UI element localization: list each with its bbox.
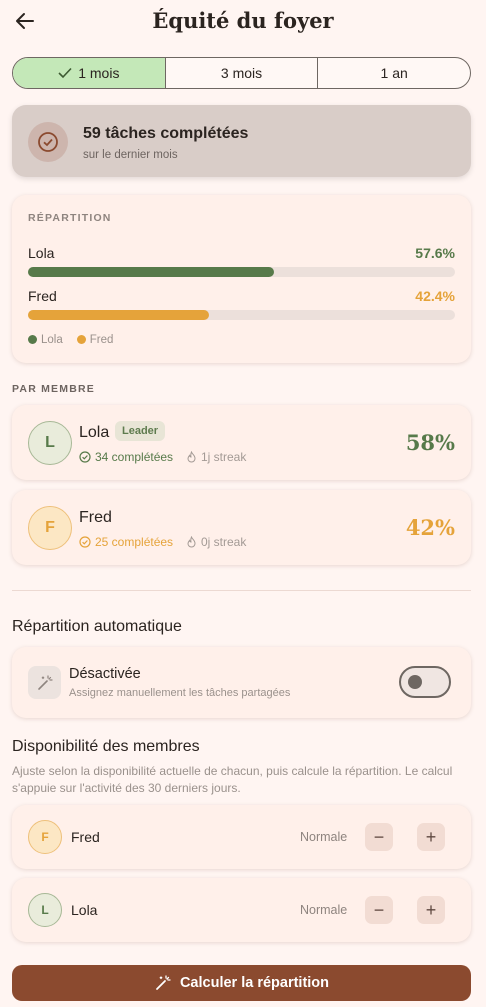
legend-dot — [76, 335, 86, 344]
toggle-knob — [408, 675, 422, 689]
tab-1-an[interactable]: 1 an — [317, 58, 470, 88]
decrease-button[interactable]: − — [365, 823, 393, 851]
legend-label: Lola — [41, 334, 63, 346]
completed-label: 25 complétées — [95, 535, 174, 549]
legend-label: Fred — [89, 334, 114, 346]
auto-subtitle: Assignez manuellement les tâches partagé… — [69, 687, 291, 699]
auto-heading: Répartition automatique — [12, 618, 182, 635]
availability-row-lola: L Lola Normale − + — [12, 878, 471, 942]
increase-button[interactable]: + — [417, 823, 445, 851]
tab-label: 1 mois — [78, 65, 120, 81]
member-percent: 42% — [405, 515, 455, 540]
avatar: F — [28, 506, 72, 550]
streak-stat: 1j streak — [186, 450, 246, 464]
progress-fill-lola — [28, 267, 274, 277]
availability-name: Lola — [71, 902, 98, 918]
availability-level: Normale — [300, 903, 348, 917]
member-card-lola[interactable]: L Lola Leader 34 complétées 1j streak 58… — [12, 405, 471, 480]
availability-description: Ajuste selon la disponibilité actuelle d… — [12, 764, 453, 795]
check-icon — [58, 67, 72, 79]
magic-wand-icon — [28, 666, 61, 699]
tab-label: 1 an — [380, 65, 408, 81]
legend: Lola Fred — [28, 334, 113, 346]
member-percent: 58% — [405, 430, 455, 455]
page-title: Équité du foyer — [152, 8, 334, 33]
avatar: L — [28, 421, 72, 465]
summary-card: 59 tâches complétées sur le dernier mois — [12, 105, 471, 177]
streak-stat: 0j streak — [186, 535, 246, 549]
period-selector: 1 mois 3 mois 1 an — [12, 57, 471, 89]
calculate-label: Calculer la répartition — [179, 975, 330, 991]
member-card-fred[interactable]: F Fred 25 complétées 0j streak 42% — [12, 490, 471, 565]
check-circle-icon — [79, 451, 91, 463]
repartition-heading: RÉPARTITION — [28, 212, 112, 224]
progress-track-fred — [28, 310, 455, 320]
divider — [12, 590, 471, 591]
tab-label: 3 mois — [220, 65, 263, 81]
flame-icon — [187, 536, 196, 548]
summary-title: 59 tâches complétées — [83, 125, 249, 142]
availability-name: Fred — [71, 829, 100, 845]
streak-label: 0j streak — [201, 535, 247, 549]
legend-item-lola: Lola — [28, 334, 63, 346]
availability-level: Normale — [300, 830, 348, 844]
calculate-button[interactable]: Calculer la répartition — [12, 965, 471, 1001]
check-circle-icon — [79, 536, 91, 548]
leader-badge: Leader — [115, 421, 166, 441]
auto-repartition-card: Désactivée Assignez manuellement les tâc… — [12, 647, 471, 718]
avatar: F — [28, 820, 62, 854]
members-heading: PAR MEMBRE — [12, 383, 95, 395]
legend-dot — [28, 335, 37, 344]
rep-name-lola: Lola — [28, 245, 55, 261]
rep-percent-lola: 57.6% — [415, 245, 455, 261]
member-name: Fred — [79, 509, 112, 526]
progress-fill-fred — [28, 310, 210, 320]
magic-wand-icon — [156, 975, 171, 990]
streak-label: 1j streak — [201, 450, 247, 464]
increase-button[interactable]: + — [417, 896, 445, 924]
check-circle-icon — [28, 122, 68, 162]
flame-icon — [187, 451, 196, 463]
repartition-card: RÉPARTITION Lola 57.6% Fred 42.4% Lola F… — [12, 195, 471, 363]
legend-item-fred: Fred — [76, 334, 114, 346]
rep-percent-fred: 42.4% — [415, 288, 455, 304]
progress-track-lola — [28, 267, 455, 277]
completed-label: 34 complétées — [95, 450, 174, 464]
availability-row-fred: F Fred Normale − + — [12, 805, 471, 869]
summary-subtitle: sur le dernier mois — [83, 149, 178, 161]
auto-repartition-toggle[interactable] — [399, 666, 451, 698]
auto-status: Désactivée — [69, 666, 141, 682]
tab-3-mois[interactable]: 3 mois — [164, 58, 318, 88]
member-name: Lola — [79, 424, 110, 441]
completed-stat: 25 complétées — [79, 535, 173, 549]
completed-stat: 34 complétées — [79, 450, 173, 464]
tab-1-mois[interactable]: 1 mois — [13, 58, 165, 88]
availability-heading: Disponibilité des membres — [12, 738, 200, 755]
avatar: L — [28, 893, 62, 927]
rep-name-fred: Fred — [28, 288, 57, 304]
decrease-button[interactable]: − — [365, 896, 393, 924]
